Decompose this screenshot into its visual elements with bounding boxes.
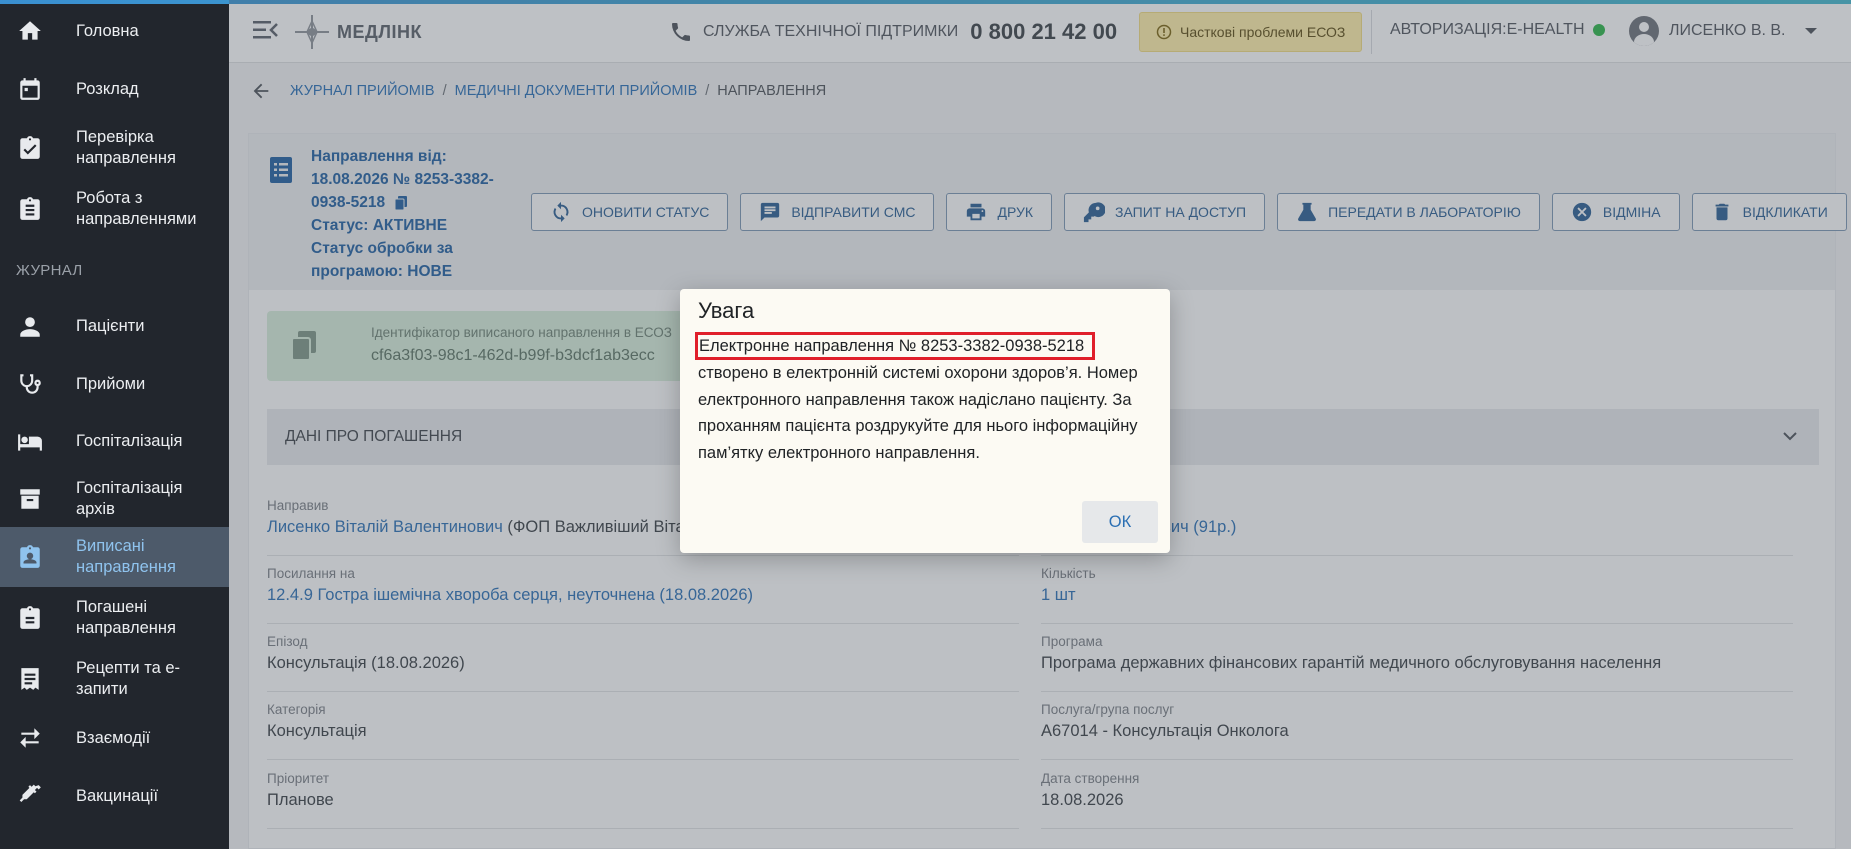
stethoscope-icon	[16, 370, 44, 398]
archive-icon	[16, 485, 44, 513]
sidebar-item-redeemed-referrals[interactable]: Погашені направлення	[0, 587, 229, 649]
calendar-icon	[16, 75, 44, 103]
sidebar-item-label: Погашені направлення	[76, 598, 176, 637]
dialog-title: Увага	[698, 298, 755, 323]
sidebar-item-label: Госпіталізація архів	[76, 478, 183, 518]
sidebar: Головна Розклад Перевірка направлення Ро…	[0, 0, 229, 849]
sidebar-item-label: Прийоми	[76, 374, 146, 393]
referral-number-highlight: Електронне направлення № 8253-3382-0938-…	[695, 332, 1096, 360]
sidebar-item-label: Госпіталізація	[76, 432, 183, 450]
sidebar-item-interactions[interactable]: Взаємодії	[0, 709, 229, 767]
bed-icon	[16, 428, 44, 456]
clipboard-check-icon	[16, 134, 44, 162]
dialog-message: Електронне направлення № 8253-3382-0938-…	[695, 332, 1150, 466]
sidebar-item-hospitalization-archive[interactable]: Госпіталізація архів	[0, 470, 229, 527]
sidebar-item-label: Вакцинації	[76, 786, 159, 805]
sidebar-item-appointments[interactable]: Прийоми	[0, 355, 229, 413]
swap-icon	[16, 724, 44, 752]
home-icon	[16, 17, 44, 45]
sidebar-item-label: Взаємодії	[76, 728, 151, 747]
clipboard-active-icon	[16, 543, 44, 571]
sidebar-section-journal: ЖУРНАЛ	[16, 261, 83, 279]
syringe-icon	[16, 782, 44, 810]
sidebar-item-referral-check[interactable]: Перевірка направлення	[0, 118, 229, 178]
sidebar-item-schedule[interactable]: Розклад	[0, 60, 229, 118]
sidebar-item-label: Розклад	[76, 79, 139, 98]
sidebar-item-issued-referrals[interactable]: Виписані направлення	[0, 527, 229, 587]
sidebar-item-label: Пацієнти	[76, 317, 145, 335]
dialog-message-text: створено в електронній системі охорони з…	[698, 364, 1138, 462]
sidebar-item-prescriptions[interactable]: Рецепти та е-запити	[0, 649, 229, 709]
receipt-icon	[16, 665, 44, 693]
sidebar-item-referral-work[interactable]: Робота з направленнями	[0, 178, 229, 240]
sidebar-item-label: Перевірка направлення	[76, 128, 176, 167]
sidebar-item-hospitalization[interactable]: Госпіталізація	[0, 413, 229, 470]
ok-button[interactable]: ОК	[1082, 501, 1158, 543]
clipboard-done-icon	[16, 604, 44, 632]
sidebar-item-label: Робота з направленнями	[76, 189, 197, 228]
sidebar-item-label: Рецепти та е-запити	[76, 659, 180, 698]
sidebar-item-home[interactable]: Головна	[0, 2, 229, 60]
sidebar-item-vaccinations[interactable]: Вакцинації	[0, 767, 229, 825]
attention-dialog: Увага Електронне направлення № 8253-3382…	[680, 289, 1170, 553]
person-icon	[16, 313, 44, 341]
clipboard-list-icon	[16, 195, 44, 223]
sidebar-item-label: Виписані направлення	[76, 537, 176, 576]
sidebar-item-label: Головна	[76, 21, 139, 40]
sidebar-item-patients[interactable]: Пацієнти	[0, 298, 229, 355]
